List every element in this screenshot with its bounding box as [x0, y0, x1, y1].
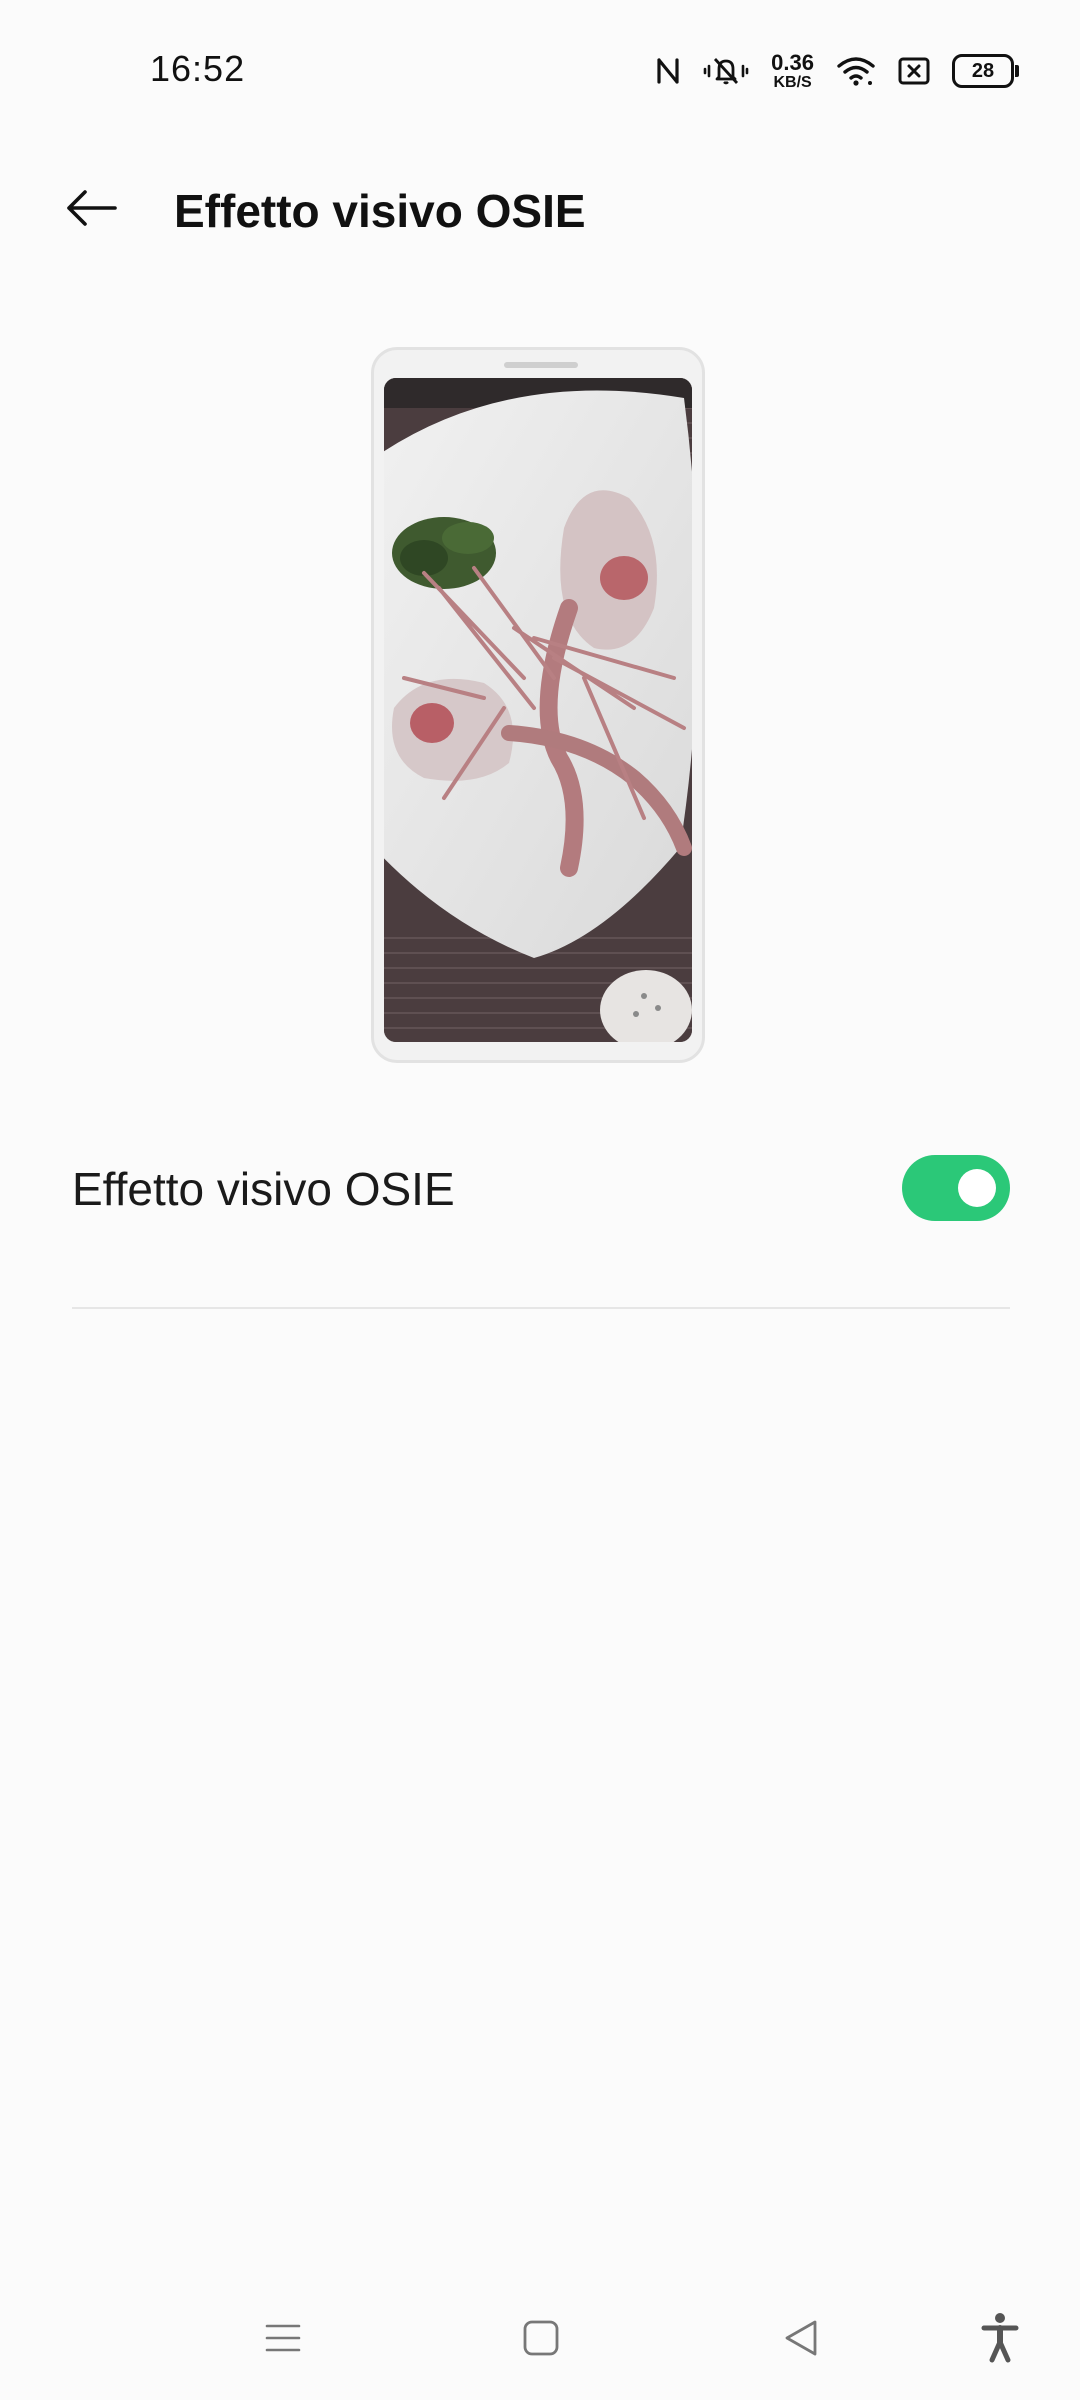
home-button[interactable] [501, 2310, 581, 2370]
page-title: Effetto visivo OSIE [174, 185, 586, 237]
net-speed-indicator: 0.36 KB/S [771, 49, 814, 91]
status-time: 16:52 [150, 48, 246, 89]
setting-label: Effetto visivo OSIE [72, 1163, 455, 1215]
osie-toggle-switch[interactable] [902, 1155, 1010, 1221]
net-speed-unit: KB/S [773, 73, 812, 91]
app-bar: Effetto visivo OSIE [0, 160, 1080, 260]
net-speed-value: 0.36 [771, 49, 814, 75]
wifi-icon [836, 55, 876, 87]
battery-icon: 28 [952, 54, 1019, 88]
divider [72, 1307, 1010, 1309]
back-arrow-icon [65, 188, 119, 233]
navigation-bar [0, 2290, 1080, 2380]
phone-preview-frame [371, 347, 705, 1063]
back-button[interactable] [52, 180, 132, 240]
setting-row-osie[interactable]: Effetto visivo OSIE [72, 1148, 1010, 1228]
nfc-icon [655, 56, 681, 86]
system-back-button[interactable] [761, 2310, 841, 2370]
toggle-knob [958, 1169, 996, 1207]
accessibility-button[interactable] [960, 2310, 1040, 2370]
menu-button[interactable] [243, 2310, 323, 2370]
vibrate-icon [703, 55, 749, 87]
back-icon [781, 2318, 821, 2363]
home-icon [521, 2318, 561, 2363]
preview-image [384, 378, 692, 1042]
status-bar: 16:52 0.36 KB/S 28 [0, 0, 1080, 140]
battery-level: 28 [971, 59, 995, 82]
accessibility-icon [980, 2312, 1020, 2369]
status-icons: 0.36 KB/S 28 [655, 48, 1019, 94]
preview-notch [504, 362, 578, 368]
menu-icon [263, 2318, 303, 2363]
sim-off-icon [898, 57, 930, 85]
